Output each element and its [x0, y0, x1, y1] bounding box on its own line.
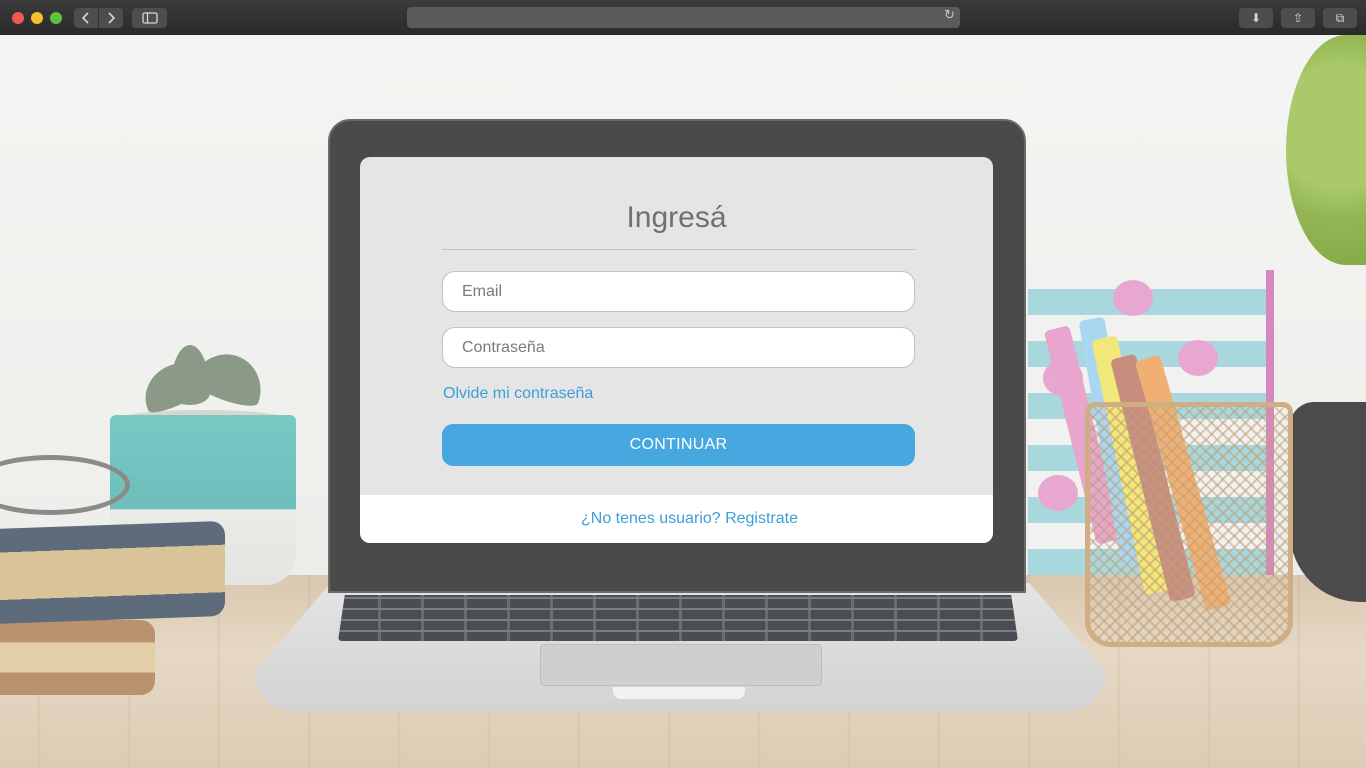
sidebar-toggle-button[interactable]	[132, 8, 167, 28]
login-title: Ingresá	[626, 201, 727, 234]
download-icon: ⬇	[1250, 11, 1262, 25]
share-icon: ⇧	[1292, 11, 1304, 25]
pencil-cup	[1085, 402, 1293, 647]
book-bottom	[0, 620, 155, 695]
back-button[interactable]	[74, 8, 98, 28]
laptop-trackpad	[540, 644, 822, 686]
laptop-keyboard	[338, 595, 1018, 641]
reload-icon[interactable]: ↻	[944, 8, 955, 23]
zoom-window-button[interactable]	[50, 12, 62, 24]
close-window-button[interactable]	[12, 12, 24, 24]
chevron-right-icon	[108, 12, 116, 24]
book-top	[0, 520, 225, 625]
continue-button[interactable]: CONTINUAR	[442, 424, 915, 466]
register-footer: ¿No tenes usuario? Registrate	[360, 495, 993, 543]
plant-bush	[1286, 35, 1366, 265]
download-button[interactable]: ⬇	[1239, 8, 1273, 28]
tabs-overview-button[interactable]: ⧉	[1323, 8, 1357, 28]
forward-button[interactable]	[99, 8, 123, 28]
address-bar[interactable]: ↻	[407, 7, 960, 28]
title-divider	[442, 249, 916, 250]
minimize-window-button[interactable]	[31, 12, 43, 24]
register-link[interactable]: ¿No tenes usuario? Registrate	[581, 510, 798, 528]
share-button[interactable]: ⇧	[1281, 8, 1315, 28]
chevron-left-icon	[81, 12, 89, 24]
sidebar-icon	[141, 12, 158, 24]
laptop-notch	[613, 687, 745, 699]
password-input[interactable]	[442, 327, 915, 368]
login-card: Ingresá Olvide mi contraseña CONTINUAR ¿…	[360, 157, 993, 543]
dark-pot	[1290, 402, 1366, 602]
forgot-password-link[interactable]: Olvide mi contraseña	[443, 385, 593, 403]
tabs-icon: ⧉	[1335, 10, 1345, 25]
browser-toolbar: ↻ ⬇ ⇧ ⧉	[0, 0, 1366, 36]
email-input[interactable]	[442, 271, 915, 312]
